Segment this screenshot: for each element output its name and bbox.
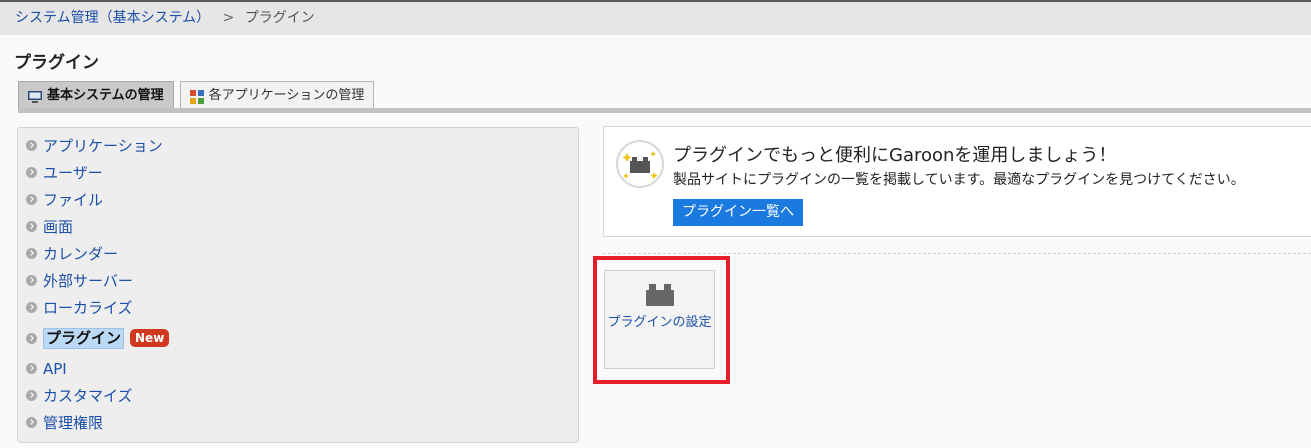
- tab-divider: [18, 108, 1311, 113]
- promo-heading: プラグインでもっと便利にGaroonを運用しましょう！: [673, 145, 1117, 166]
- menu-item-plugins[interactable]: プラグイン New: [18, 321, 578, 355]
- menu-item-users[interactable]: ユーザー: [18, 159, 578, 186]
- arrow-bullet-icon: [26, 275, 37, 286]
- arrow-bullet-icon: [26, 417, 37, 428]
- arrow-bullet-icon: [26, 363, 37, 374]
- tab-bar: 基本システムの管理 各アプリケーションの管理: [18, 81, 375, 108]
- arrow-bullet-icon: [26, 221, 37, 232]
- menu-item-label: ユーザー: [43, 164, 103, 182]
- menu-item-calendar[interactable]: カレンダー: [18, 240, 578, 267]
- breadcrumb-link-system-admin[interactable]: システム管理（基本システム）: [15, 10, 210, 26]
- tab-app-admin[interactable]: 各アプリケーションの管理: [179, 81, 375, 108]
- computer-icon: [27, 88, 43, 103]
- plugin-settings-label: プラグインの設定: [607, 315, 712, 330]
- arrow-bullet-icon: [26, 140, 37, 151]
- menu-item-label: カレンダー: [43, 245, 119, 263]
- menu-item-screen[interactable]: 画面: [18, 213, 578, 240]
- plugin-list-button[interactable]: プラグイン一覧へ: [673, 199, 803, 226]
- menu-item-localize[interactable]: ローカライズ: [18, 294, 578, 321]
- page-title: プラグイン: [14, 53, 99, 73]
- menu-item-label: 画面: [43, 218, 74, 236]
- arrow-bullet-icon: [26, 332, 37, 344]
- tab-label: 各アプリケーションの管理: [208, 87, 365, 103]
- menu-item-label: プラグイン: [43, 327, 125, 349]
- menu-item-external-server[interactable]: 外部サーバー: [18, 267, 578, 294]
- menu-item-admin-privileges[interactable]: 管理権限: [18, 409, 578, 436]
- arrow-bullet-icon: [26, 167, 37, 178]
- menu-item-label: カスタマイズ: [43, 387, 133, 405]
- menu-item-label: アプリケーション: [43, 137, 163, 155]
- breadcrumb-separator: >: [222, 10, 235, 26]
- arrow-bullet-icon: [26, 194, 37, 205]
- plugin-block-icon: [646, 284, 674, 306]
- menu-item-customize[interactable]: カスタマイズ: [18, 382, 578, 409]
- menu-item-label: ローカライズ: [43, 299, 133, 317]
- breadcrumb-bar: システム管理（基本システム） > プラグイン: [0, 0, 1311, 35]
- admin-menu: アプリケーション ユーザー ファイル 画面 カレンダー 外部サーバー ローカライ…: [17, 127, 579, 443]
- menu-item-label: API: [43, 359, 67, 378]
- arrow-bullet-icon: [26, 390, 37, 401]
- breadcrumb-current: プラグイン: [244, 10, 315, 26]
- arrow-bullet-icon: [26, 248, 37, 259]
- tab-label: 基本システムの管理: [47, 87, 164, 103]
- plugin-settings-tile[interactable]: プラグインの設定: [604, 270, 715, 369]
- new-badge: New: [130, 329, 170, 347]
- menu-item-label: 外部サーバー: [43, 272, 133, 290]
- promo-description: 製品サイトにプラグインの一覧を掲載しています。最適なプラグインを見つけてください…: [673, 172, 1245, 188]
- plugin-promo-banner: プラグインでもっと便利にGaroonを運用しましょう！ 製品サイトにプラグインの…: [603, 126, 1311, 237]
- menu-item-api[interactable]: API: [18, 355, 578, 382]
- section-divider: [603, 253, 1311, 254]
- arrow-bullet-icon: [26, 302, 37, 313]
- menu-item-files[interactable]: ファイル: [18, 186, 578, 213]
- tab-basic-system-admin[interactable]: 基本システムの管理: [18, 81, 174, 108]
- menu-item-applications[interactable]: アプリケーション: [18, 132, 578, 159]
- apps-grid-icon: [189, 88, 205, 104]
- menu-item-label: 管理権限: [43, 414, 104, 432]
- menu-item-label: ファイル: [43, 191, 104, 209]
- plugin-sparkle-icon: [616, 140, 664, 188]
